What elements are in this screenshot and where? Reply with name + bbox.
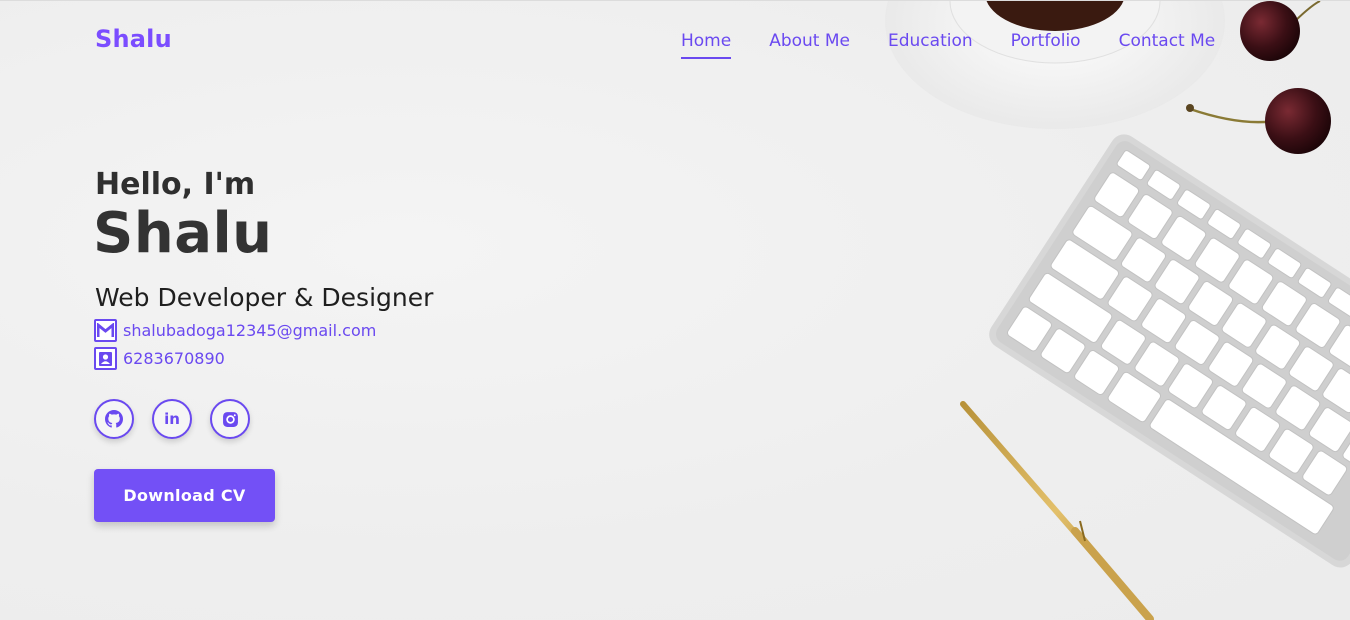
nav-home[interactable]: Home xyxy=(681,31,732,59)
nav-education[interactable]: Education xyxy=(888,31,973,59)
email-link[interactable]: shalubadoga12345@gmail.com xyxy=(123,321,376,340)
main-nav: Home About Me Education Portfolio Contac… xyxy=(681,31,1253,59)
phone-row: 6283670890 xyxy=(94,347,225,370)
social-links: in xyxy=(94,399,268,439)
nav-about-me[interactable]: About Me xyxy=(769,31,850,59)
instagram-icon[interactable] xyxy=(210,399,250,439)
github-icon[interactable] xyxy=(94,399,134,439)
coffee-cup-image xyxy=(885,1,1225,129)
nav-contact-me[interactable]: Contact Me xyxy=(1119,31,1216,59)
nav-portfolio[interactable]: Portfolio xyxy=(1011,31,1081,59)
hero-greeting: Hello, I'm xyxy=(95,167,256,202)
gmail-icon xyxy=(94,319,117,342)
keyboard-image xyxy=(989,134,1350,568)
linkedin-icon[interactable]: in xyxy=(152,399,192,439)
hero-name: Shalu xyxy=(93,201,273,266)
email-row: shalubadoga12345@gmail.com xyxy=(94,319,376,342)
site-logo[interactable]: Shalu xyxy=(95,25,172,53)
hero-role: Web Developer & Designer xyxy=(95,283,434,312)
download-cv-button[interactable]: Download CV xyxy=(94,469,275,522)
gold-pen-image xyxy=(960,401,1154,620)
contact-book-icon xyxy=(94,347,117,370)
phone-number[interactable]: 6283670890 xyxy=(123,349,225,368)
portfolio-page: Shalu Home About Me Education Portfolio … xyxy=(0,0,1350,620)
